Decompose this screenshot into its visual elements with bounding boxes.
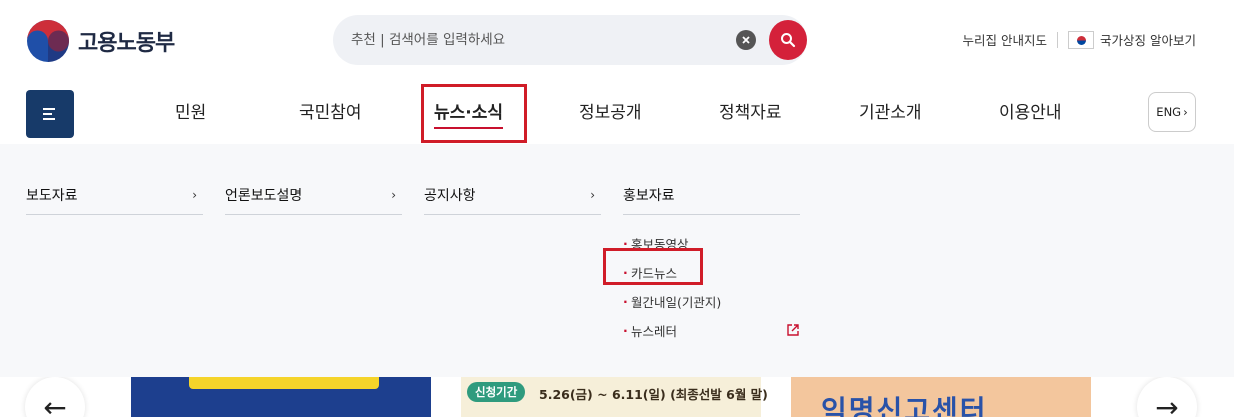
- chevron-right-icon: ›: [192, 188, 197, 202]
- menu-title: 언론보도설명: [225, 188, 303, 204]
- hamburger-icon: [43, 108, 57, 120]
- gnb-item-about[interactable]: 기관소개: [859, 98, 922, 123]
- clear-search-button[interactable]: [736, 30, 756, 50]
- english-button[interactable]: ENG ›: [1148, 92, 1196, 132]
- sub-item-newsletter[interactable]: 뉴스레터: [623, 316, 800, 345]
- external-link-icon: [787, 324, 799, 336]
- search-bar: [333, 15, 807, 65]
- search-button[interactable]: [769, 20, 807, 60]
- gnb-item-participation[interactable]: 국민참여: [299, 98, 362, 123]
- period-badge: 신청기간: [467, 382, 526, 402]
- menu-column-notice: 공지사항 ›: [424, 187, 601, 215]
- taegeuk-emblem-icon: [27, 20, 69, 62]
- gnb-item-civil-service[interactable]: 민원: [175, 98, 206, 123]
- close-icon: [742, 36, 750, 44]
- menu-link-press-explanation[interactable]: 언론보도설명 ›: [225, 187, 402, 215]
- gnb-item-policy[interactable]: 정책자료: [719, 98, 782, 123]
- divider: [1057, 31, 1059, 48]
- carousel-next-button[interactable]: →: [1137, 377, 1197, 417]
- arrow-right-icon: →: [1155, 390, 1179, 417]
- menu-link-promotion[interactable]: 홍보자료: [623, 187, 800, 215]
- search-icon: [781, 33, 796, 48]
- menu-link-notice[interactable]: 공지사항 ›: [424, 187, 601, 215]
- arrow-left-icon: ←: [43, 390, 67, 417]
- logo-text: 고용노동부: [78, 31, 175, 56]
- carousel-prev-button[interactable]: ←: [25, 377, 85, 417]
- search-input[interactable]: [351, 15, 731, 65]
- national-symbol-link[interactable]: 국가상징 알아보기: [1100, 30, 1196, 49]
- main-banner-carousel: 신청기간 5.26(금) ~ 6.11(일) (최종선발 6월 말) 익명신고센…: [0, 377, 1234, 417]
- utility-links: 누리집 안내지도 국가상징 알아보기: [963, 30, 1196, 49]
- gnb-item-guide[interactable]: 이용안내: [999, 98, 1062, 123]
- chevron-right-icon: ›: [590, 188, 595, 202]
- english-label: ENG: [1156, 105, 1182, 119]
- menu-column-explanation: 언론보도설명 ›: [225, 187, 402, 215]
- banner-slide[interactable]: [131, 377, 431, 417]
- menu-title: 공지사항: [424, 188, 476, 204]
- highlight-box-card-news: [603, 248, 703, 285]
- sitemap-link[interactable]: 누리집 안내지도: [963, 30, 1047, 49]
- chevron-right-icon: ›: [1183, 105, 1188, 119]
- banner-slide[interactable]: 익명신고센터: [791, 377, 1091, 417]
- banner-slide[interactable]: 신청기간 5.26(금) ~ 6.11(일) (최종선발 6월 말): [461, 377, 768, 417]
- menu-column-press: 보도자료 ›: [26, 187, 203, 215]
- chevron-right-icon: ›: [391, 188, 396, 202]
- top-header: 고용노동부 누리집 안내지도 국가상징 알아보기: [0, 0, 1234, 80]
- menu-link-press-release[interactable]: 보도자료 ›: [26, 187, 203, 215]
- global-navigation: 민원 국민참여 뉴스·소식 정보공개 정책자료 기관소개 이용안내 ENG ›: [0, 80, 1234, 144]
- gnb-item-disclosure[interactable]: 정보공개: [579, 98, 642, 123]
- highlight-box-news: [421, 84, 527, 143]
- korean-flag-icon: [1068, 30, 1095, 49]
- sub-item-monthly-magazine[interactable]: 월간내일(기관지): [623, 287, 800, 316]
- menu-title: 홍보자료: [623, 188, 675, 204]
- menu-title: 보도자료: [26, 188, 78, 204]
- banner-headline: 익명신고센터: [821, 394, 988, 417]
- promotion-sub-list: 홍보동영상 카드뉴스 월간내일(기관지) 뉴스레터: [623, 229, 800, 345]
- sub-item-label: 뉴스레터: [631, 324, 678, 339]
- all-menu-button[interactable]: [26, 90, 74, 138]
- period-text: 5.26(금) ~ 6.11(일) (최종선발 6월 말): [539, 387, 768, 402]
- page: 고용노동부 누리집 안내지도 국가상징 알아보기 민원: [0, 0, 1234, 417]
- site-logo[interactable]: 고용노동부: [26, 19, 175, 63]
